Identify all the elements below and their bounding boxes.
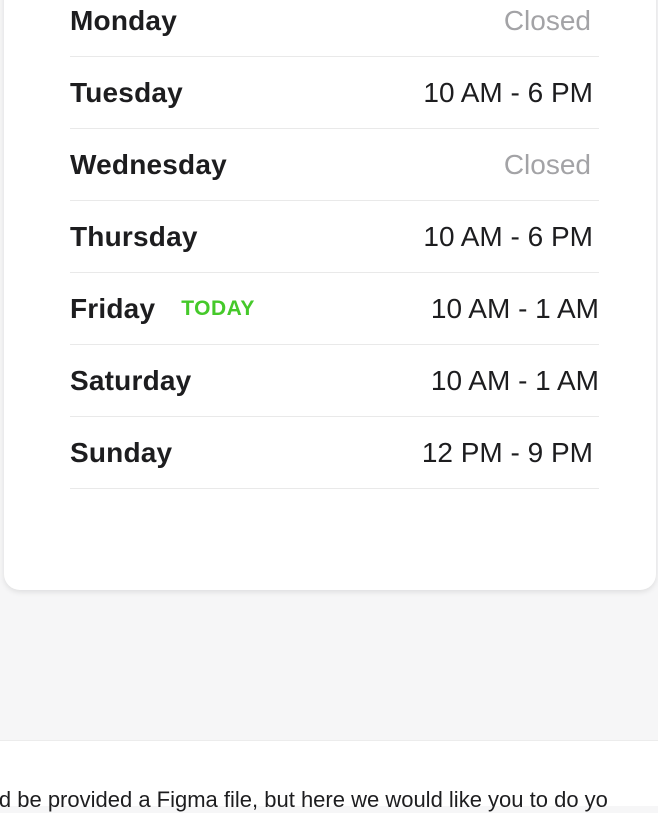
hours-value: 12 PM - 9 PM [421, 436, 593, 468]
hours-value: 10 AM - 1 AM [430, 292, 599, 324]
day-group: Monday [70, 5, 177, 37]
opening-hours-list: Monday Closed Tuesday 10 AM - 6 PM Wedne… [70, 0, 599, 489]
day-group: Thursday [70, 221, 198, 253]
hours-value: Closed [503, 4, 591, 36]
today-badge: TODAY [181, 296, 255, 320]
hours-value: 10 AM - 1 AM [430, 364, 599, 396]
day-label: Friday [70, 292, 156, 324]
day-label: Thursday [70, 220, 198, 252]
hours-row-saturday: Saturday 10 AM - 1 AM [70, 345, 599, 417]
hours-row-friday: Friday TODAY 10 AM - 1 AM [70, 273, 599, 345]
footer-section: ld be provided a Figma file, but here we… [0, 740, 658, 812]
day-label: Tuesday [70, 76, 183, 108]
day-group: Friday TODAY [70, 293, 255, 325]
hours-value: 10 AM - 6 PM [423, 76, 593, 108]
day-label: Sunday [70, 436, 173, 468]
day-label: Saturday [70, 364, 192, 396]
day-group: Saturday [70, 365, 191, 397]
hours-row-tuesday: Tuesday 10 AM - 6 PM [70, 57, 599, 129]
hours-value: Closed [503, 148, 591, 180]
hours-row-monday: Monday Closed [70, 0, 599, 57]
day-group: Sunday [70, 437, 172, 469]
day-group: Tuesday [70, 77, 183, 109]
hours-row-sunday: Sunday 12 PM - 9 PM [70, 417, 599, 489]
day-label: Monday [70, 4, 177, 36]
opening-hours-card: Monday Closed Tuesday 10 AM - 6 PM Wedne… [4, 0, 656, 590]
footer-text: ld be provided a Figma file, but here we… [0, 787, 608, 812]
hours-row-wednesday: Wednesday Closed [70, 129, 599, 201]
hours-row-thursday: Thursday 10 AM - 6 PM [70, 201, 599, 273]
day-label: Wednesday [70, 148, 227, 180]
day-group: Wednesday [70, 149, 227, 181]
hours-value: 10 AM - 6 PM [423, 220, 593, 252]
